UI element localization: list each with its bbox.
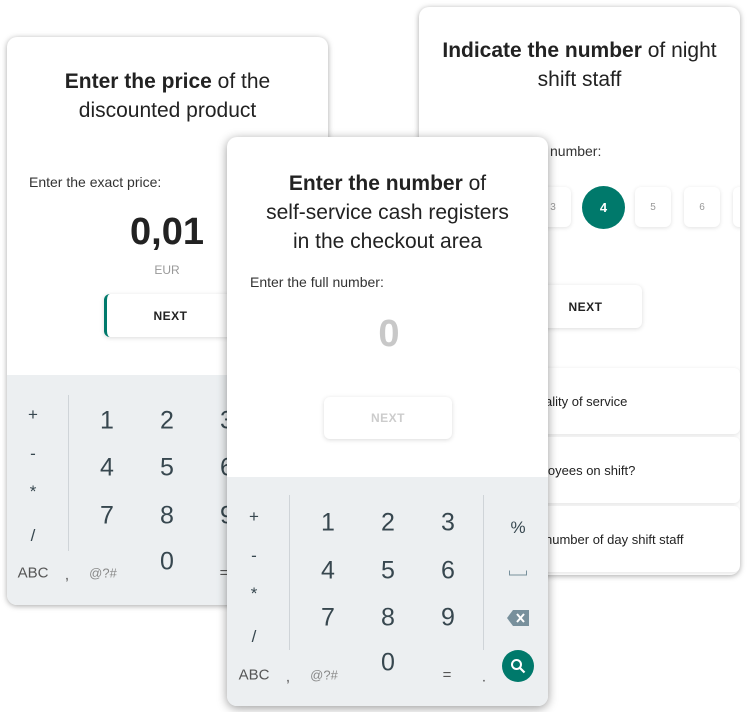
key-multiply[interactable]: * [251, 584, 258, 604]
search-icon [511, 659, 526, 674]
key-symbols[interactable]: @?# [310, 668, 338, 683]
key-plus[interactable]: + [28, 405, 38, 425]
number-value[interactable]: 0 [378, 313, 399, 356]
price-value[interactable]: 0,01 [130, 211, 204, 254]
key-2[interactable]: 2 [381, 509, 395, 538]
space-key-icon[interactable] [509, 570, 527, 576]
backspace-icon[interactable] [507, 610, 529, 626]
card-title: Enter the number of self-service cash reg… [266, 172, 509, 253]
search-button[interactable] [502, 650, 534, 682]
registers-card: Enter the number of self-service cash reg… [227, 137, 548, 706]
divider [289, 495, 290, 650]
option-7[interactable] [733, 187, 740, 227]
key-3[interactable]: 3 [441, 509, 455, 538]
key-divide[interactable]: / [31, 526, 36, 546]
card-title: Enter the price of the discounted product [64, 70, 271, 122]
key-plus[interactable]: + [249, 507, 259, 527]
key-7[interactable]: 7 [321, 604, 335, 633]
key-8[interactable]: 8 [381, 604, 395, 633]
key-6[interactable]: 6 [441, 557, 455, 586]
key-multiply[interactable]: * [30, 482, 37, 502]
currency-label: EUR [154, 263, 180, 277]
key-abc[interactable]: ABC [239, 667, 270, 684]
key-1[interactable]: 1 [321, 509, 335, 538]
key-minus[interactable]: - [30, 444, 36, 464]
key-4[interactable]: 4 [321, 557, 335, 586]
key-minus[interactable]: - [251, 546, 257, 566]
card-title: Indicate the number of night shift staff [442, 39, 717, 91]
key-equals[interactable]: = [443, 667, 452, 684]
key-7[interactable]: 7 [100, 502, 114, 531]
field-label: Enter the full number: [250, 274, 384, 290]
key-0[interactable]: 0 [160, 548, 174, 577]
divider [68, 395, 69, 551]
key-abc[interactable]: ABC [18, 565, 49, 582]
option-6[interactable]: 6 [684, 187, 720, 227]
key-5[interactable]: 5 [381, 557, 395, 586]
field-label: Enter the exact price: [29, 174, 162, 190]
next-button[interactable]: NEXT [104, 294, 234, 337]
key-2[interactable]: 2 [160, 407, 174, 436]
key-comma[interactable]: , [286, 669, 290, 686]
next-button-disabled[interactable]: NEXT [324, 397, 452, 439]
divider [483, 495, 484, 650]
key-symbols[interactable]: @?# [89, 566, 117, 581]
key-percent[interactable]: % [510, 518, 525, 538]
key-comma[interactable]: , [65, 567, 69, 584]
numeric-keypad: + - * / 1 2 3 4 5 6 7 8 9 0 % ABC , @?# … [227, 477, 548, 706]
option-4-selected[interactable]: 4 [582, 186, 625, 229]
option-5[interactable]: 5 [635, 187, 671, 227]
key-4[interactable]: 4 [100, 454, 114, 483]
key-dot[interactable]: . [482, 669, 486, 686]
key-8[interactable]: 8 [160, 502, 174, 531]
field-label: number: [550, 143, 602, 159]
key-0[interactable]: 0 [381, 649, 395, 678]
key-divide[interactable]: / [252, 627, 257, 647]
key-1[interactable]: 1 [100, 407, 114, 436]
key-5[interactable]: 5 [160, 454, 174, 483]
key-9[interactable]: 9 [441, 604, 455, 633]
